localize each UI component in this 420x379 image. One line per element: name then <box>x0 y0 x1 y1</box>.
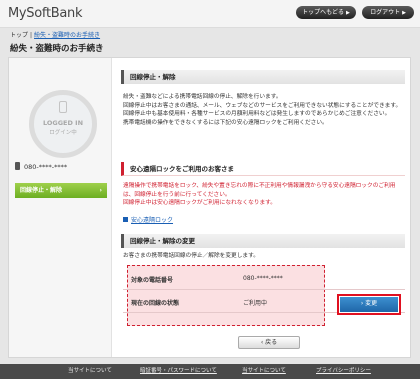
avatar: LOGGED IN ログイン中 <box>29 90 97 158</box>
section-title: 回線停止・解除 <box>121 70 405 84</box>
site-header: MySoftBank トップへもどる ▶ ログアウト ▶ <box>0 0 420 28</box>
avatar-status: LOGGED IN <box>42 119 84 127</box>
footer-about: 当サイトについて <box>68 368 112 374</box>
footer-link[interactable]: 暗証番号・パスワードについて <box>140 364 217 379</box>
paragraph: 紛失・盗難などによる携帯電話回線の停止、解除を行います。 <box>123 94 282 100</box>
sidebar: LOGGED IN ログイン中 080-****-**** 回線停止・解除 › <box>9 58 112 357</box>
logout-button[interactable]: ログアウト ▶ <box>362 6 414 19</box>
footer-link[interactable]: 当サイトについて <box>242 364 286 379</box>
mysoftbank-logo[interactable]: MySoftBank <box>8 6 83 21</box>
top-page-button-label: トップへもどる <box>302 9 345 16</box>
warning-paragraph: 回線停止中は安心遠隔ロックがご利用になれなくなります。 <box>123 200 276 207</box>
top-page-button[interactable]: トップへもどる ▶ <box>296 6 356 19</box>
main-panel: LOGGED IN ログイン中 080-****-**** 回線停止・解除 › … <box>8 57 411 358</box>
avatar-status-sub: ログイン中 <box>49 130 77 136</box>
page-title: 紛失・盗難時のお手続き <box>10 44 104 54</box>
arrow-right-icon: ▶ <box>402 10 406 16</box>
sidebar-item-line-stop[interactable]: 回線停止・解除 › <box>15 183 107 198</box>
back-button[interactable]: ‹ 戻る <box>238 336 300 349</box>
phone-number-text: 080-****-**** <box>24 163 68 171</box>
table-row: 対象の電話番号 080-****-**** <box>123 268 405 290</box>
chevron-right-icon: › <box>99 187 102 194</box>
back-button-label: 戻る <box>265 339 278 346</box>
phone-icon <box>59 101 67 113</box>
warning-paragraph: 遠隔操作で携帯電話をロック、紛失や置き忘れの際に不正利用や情報漏洩から守る安心遠… <box>123 183 396 198</box>
change-button-label: › 変更 <box>340 297 398 312</box>
section-description: お客さまの携帯電話回線の停止／解除を変更します。 <box>123 253 259 259</box>
section-description: 紛失・盗難などによる携帯電話回線の停止、解除を行います。 回線停止中はお客さまの… <box>123 93 405 127</box>
link-bullet-icon <box>123 217 128 222</box>
sidebar-item-label: 回線停止・解除 <box>20 187 63 194</box>
breadcrumb-current[interactable]: 紛失・盗難時のお手続き <box>34 32 100 39</box>
row-value: 080-****-**** <box>243 275 283 282</box>
row-value: ご利用中 <box>243 300 268 307</box>
remote-lock-link-text: 安心遠隔ロック <box>131 217 174 224</box>
row-label: 現在の回線の状態 <box>131 300 180 307</box>
phone-number: 080-****-**** <box>15 162 67 171</box>
logout-button-label: ログアウト <box>370 9 401 16</box>
mobile-icon <box>15 162 20 170</box>
breadcrumb-home[interactable]: トップ <box>10 32 28 39</box>
breadcrumb: トップ | 紛失・盗難時のお手続き <box>10 30 100 39</box>
paragraph: 回線停止中はお客さまの通話、メール、ウェブなどのサービスをご利用できない状態にす… <box>123 102 402 109</box>
section-title: 安心遠隔ロックをご利用のお客さま <box>121 162 405 176</box>
footer-link[interactable]: プライバシーポリシー <box>316 364 371 379</box>
paragraph: 回線停止中も基本使用料・各種サービスの月額利用料などは発生しますのであらかじめご… <box>123 111 391 118</box>
site-footer: 当サイトについて 暗証番号・パスワードについて 当サイトについて プライバシーポ… <box>0 364 420 379</box>
paragraph: 携帯電話機の操作をできなくするには下記の安心遠隔ロックをご利用ください。 <box>123 119 328 126</box>
arrow-right-icon: ▶ <box>346 10 350 16</box>
change-button[interactable]: › 変更 <box>337 294 401 315</box>
warning-text: 遠隔操作で携帯電話をロック、紛失や置き忘れの際に不正利用や情報漏洩から守る安心遠… <box>123 182 405 208</box>
chevron-left-icon: ‹ <box>260 339 264 346</box>
row-label: 対象の電話番号 <box>131 277 174 284</box>
breadcrumb-separator: | <box>30 32 33 39</box>
remote-lock-link[interactable]: 安心遠隔ロック <box>123 215 173 224</box>
section-title: 回線停止・解除の変更 <box>121 234 405 248</box>
